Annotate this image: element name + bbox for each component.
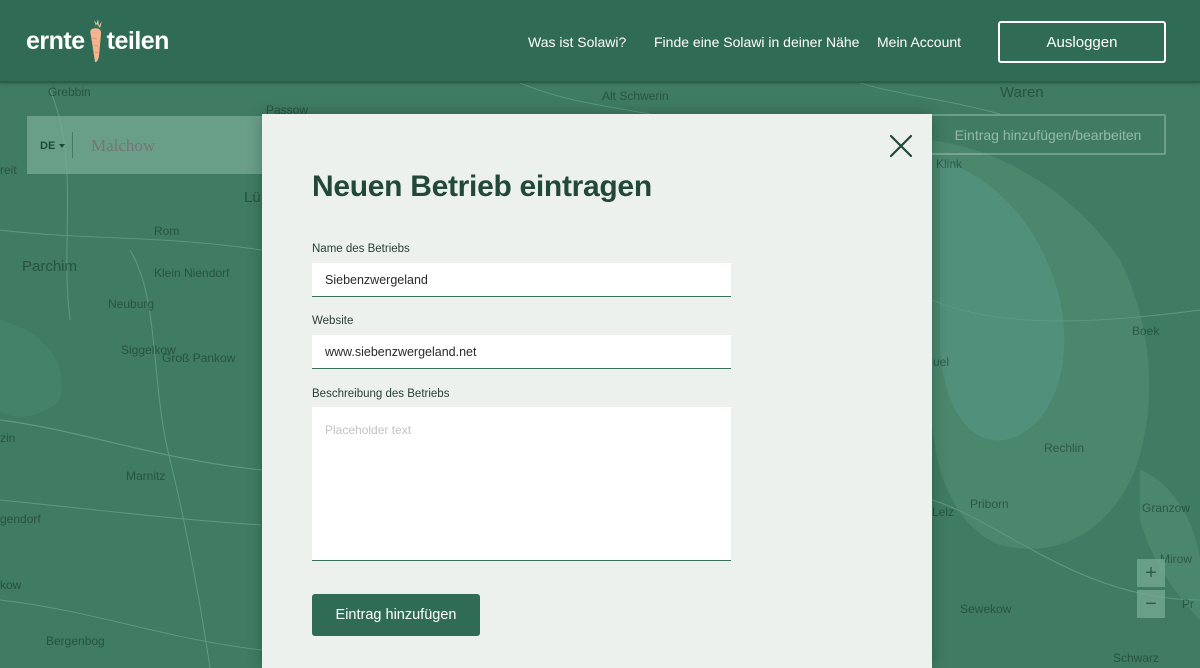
map-place: Boek [1132, 324, 1160, 338]
map-place: Groß Pankow [162, 351, 236, 365]
nav-link-find-solawi[interactable]: Finde eine Solawi in deiner Nähe [654, 34, 859, 50]
map-place: Klink [936, 157, 963, 171]
divider [72, 132, 73, 158]
caret-down-icon [59, 144, 66, 148]
description-label: Beschreibung des Betriebs [312, 388, 450, 400]
website-input[interactable] [312, 335, 731, 369]
map-place: Neuburg [108, 297, 155, 311]
map-place: Lelz [932, 505, 955, 519]
add-edit-entry-button[interactable]: Eintrag hinzufügen/bearbeiten [930, 114, 1166, 155]
new-farm-modal: Neuen Betrieb eintragen Name des Betrieb… [262, 114, 932, 668]
site-header: ernte teilen Was ist Solawi? Finde eine … [0, 0, 1200, 83]
language-code: DE [40, 140, 56, 152]
map-place: Bergenbog [46, 634, 105, 648]
map-place: Grebbin [48, 85, 91, 99]
zoom-in-button[interactable]: + [1137, 559, 1165, 587]
location-search-bar: DE [27, 116, 267, 174]
map-place: Klein Niendorf [154, 266, 230, 280]
map-place: Granzow [1142, 501, 1191, 515]
farm-name-input[interactable] [312, 263, 731, 297]
farm-name-label: Name des Betriebs [312, 243, 410, 255]
map-place: Marnitz [126, 469, 166, 483]
map-place: Pr [1182, 597, 1194, 611]
map-place: Schwarz [1113, 651, 1160, 665]
carrot-icon [89, 19, 102, 63]
map-place: Lü [244, 189, 261, 206]
logout-button[interactable]: Ausloggen [998, 21, 1166, 63]
map-place: Priborn [970, 497, 1009, 511]
map-place: Alt Schwerin [602, 89, 669, 103]
language-select[interactable]: DE [40, 140, 66, 152]
logo-text-left: ernte [26, 26, 85, 55]
map-place: kow [0, 578, 22, 592]
map-place: Waren [1000, 84, 1044, 101]
map-place: zin [0, 431, 16, 445]
logo-text-right: teilen [106, 26, 170, 55]
description-textarea[interactable] [312, 407, 731, 561]
location-search-input[interactable] [91, 134, 261, 158]
modal-title: Neuen Betrieb eintragen [312, 170, 652, 203]
map-place: Parchim [22, 258, 78, 275]
close-icon[interactable] [889, 134, 913, 158]
zoom-out-button[interactable]: − [1137, 590, 1165, 618]
map-place: Rechlin [1044, 441, 1085, 455]
map-place: uel [933, 355, 950, 369]
logo[interactable]: ernte teilen [26, 18, 169, 64]
map-place: reit [0, 163, 17, 177]
nav-link-account[interactable]: Mein Account [877, 34, 961, 50]
map-place: gendorf [0, 512, 41, 526]
nav-link-about[interactable]: Was ist Solawi? [528, 34, 626, 50]
map-place: Rom [154, 224, 180, 238]
map-place: Sewekow [960, 602, 1012, 616]
website-label: Website [312, 315, 354, 327]
add-entry-button[interactable]: Eintrag hinzufügen [312, 594, 480, 636]
